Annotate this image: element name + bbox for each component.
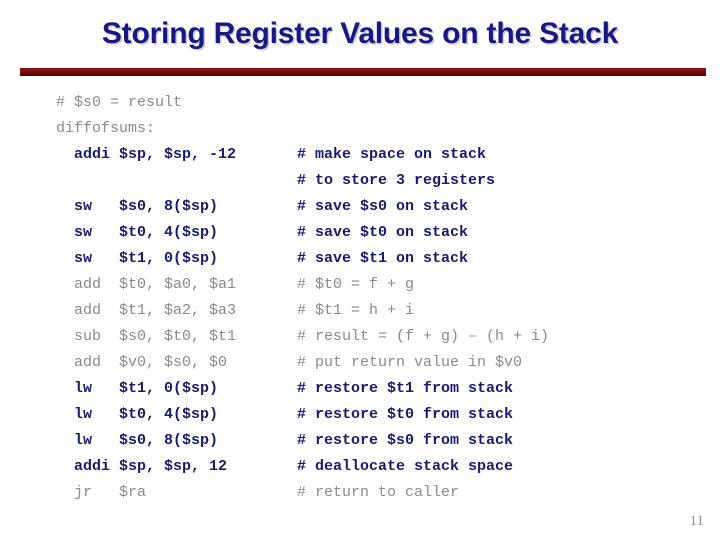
code-line-comment: # to store 3 registers (297, 172, 496, 189)
code-line: addi $sp, $sp, -12 # make space on stack (56, 142, 706, 168)
code-line-instruction: add $t1, $a2, $a3 (56, 302, 237, 319)
code-line-instruction: jr $ra (56, 484, 147, 501)
code-line-comment: # restore $t1 from stack (297, 380, 514, 397)
code-line-instruction: sub $s0, $t0, $t1 (56, 328, 237, 345)
code-line-instruction: lw $t0, 4($sp) (56, 406, 219, 423)
code-line: add $t1, $a2, $a3 # $t1 = h + i (56, 298, 706, 324)
code-line: lw $t1, 0($sp) # restore $t1 from stack (56, 376, 706, 402)
code-line-comment: # return to caller (297, 484, 460, 501)
code-line: jr $ra # return to caller (56, 480, 706, 506)
code-line: lw $s0, 8($sp) # restore $s0 from stack (56, 428, 706, 454)
code-line-comment: # make space on stack (297, 146, 487, 163)
code-line-instruction: lw $s0, 8($sp) (56, 432, 219, 449)
code-line-comment: # result = (f + g) – (h + i) (297, 328, 550, 345)
code-line: addi $sp, $sp, 12 # deallocate stack spac… (56, 454, 706, 480)
code-line: sub $s0, $t0, $t1 # result = (f + g) – (h… (56, 324, 706, 350)
code-line-comment: # save $t0 on stack (297, 224, 469, 241)
code-line: add $v0, $s0, $0 # put return value in $v… (56, 350, 706, 376)
code-line: add $t0, $a0, $a1 # $t0 = f + g (56, 272, 706, 298)
code-line-comment: # restore $t0 from stack (297, 406, 514, 423)
code-line-comment: # save $s0 on stack (297, 198, 469, 215)
code-line: # $s0 = result (56, 90, 706, 116)
code-line-comment: # put return value in $v0 (297, 354, 523, 371)
code-line: sw $s0, 8($sp) # save $s0 on stack (56, 194, 706, 220)
code-line-instruction: add $v0, $s0, $0 (56, 354, 228, 371)
code-line-comment: # save $t1 on stack (297, 250, 469, 267)
code-line-instruction: add $t0, $a0, $a1 (56, 276, 237, 293)
code-line-instruction: sw $s0, 8($sp) (56, 198, 219, 215)
code-line-instruction: addi $sp, $sp, -12 (56, 146, 237, 163)
code-line-comment: # $t0 = f + g (297, 276, 415, 293)
code-line-instruction: lw $t1, 0($sp) (56, 380, 219, 397)
code-line: # to store 3 registers (56, 168, 706, 194)
code-line-instruction: sw $t1, 0($sp) (56, 250, 219, 267)
code-listing: # $s0 = result diffofsums: addi $sp, $sp,… (56, 90, 706, 506)
code-line: lw $t0, 4($sp) # restore $t0 from stack (56, 402, 706, 428)
code-line-comment: # $t1 = h + i (297, 302, 415, 319)
code-line-comment: # restore $s0 from stack (297, 432, 514, 449)
code-line: sw $t1, 0($sp) # save $t1 on stack (56, 246, 706, 272)
code-line-instruction: diffofsums: (56, 120, 156, 137)
code-line-instruction: addi $sp, $sp, 12 (56, 458, 228, 475)
code-line: sw $t0, 4($sp) # save $t0 on stack (56, 220, 706, 246)
code-line: diffofsums: (56, 116, 706, 142)
slide-page-number: 11 (689, 513, 704, 529)
title-divider-rule (20, 68, 706, 76)
code-line-instruction: # $s0 = result (56, 94, 183, 111)
page-title: Storing Register Values on the Stack (101, 17, 619, 50)
code-line-comment: # deallocate stack space (297, 458, 514, 475)
code-line-instruction: sw $t0, 4($sp) (56, 224, 219, 241)
